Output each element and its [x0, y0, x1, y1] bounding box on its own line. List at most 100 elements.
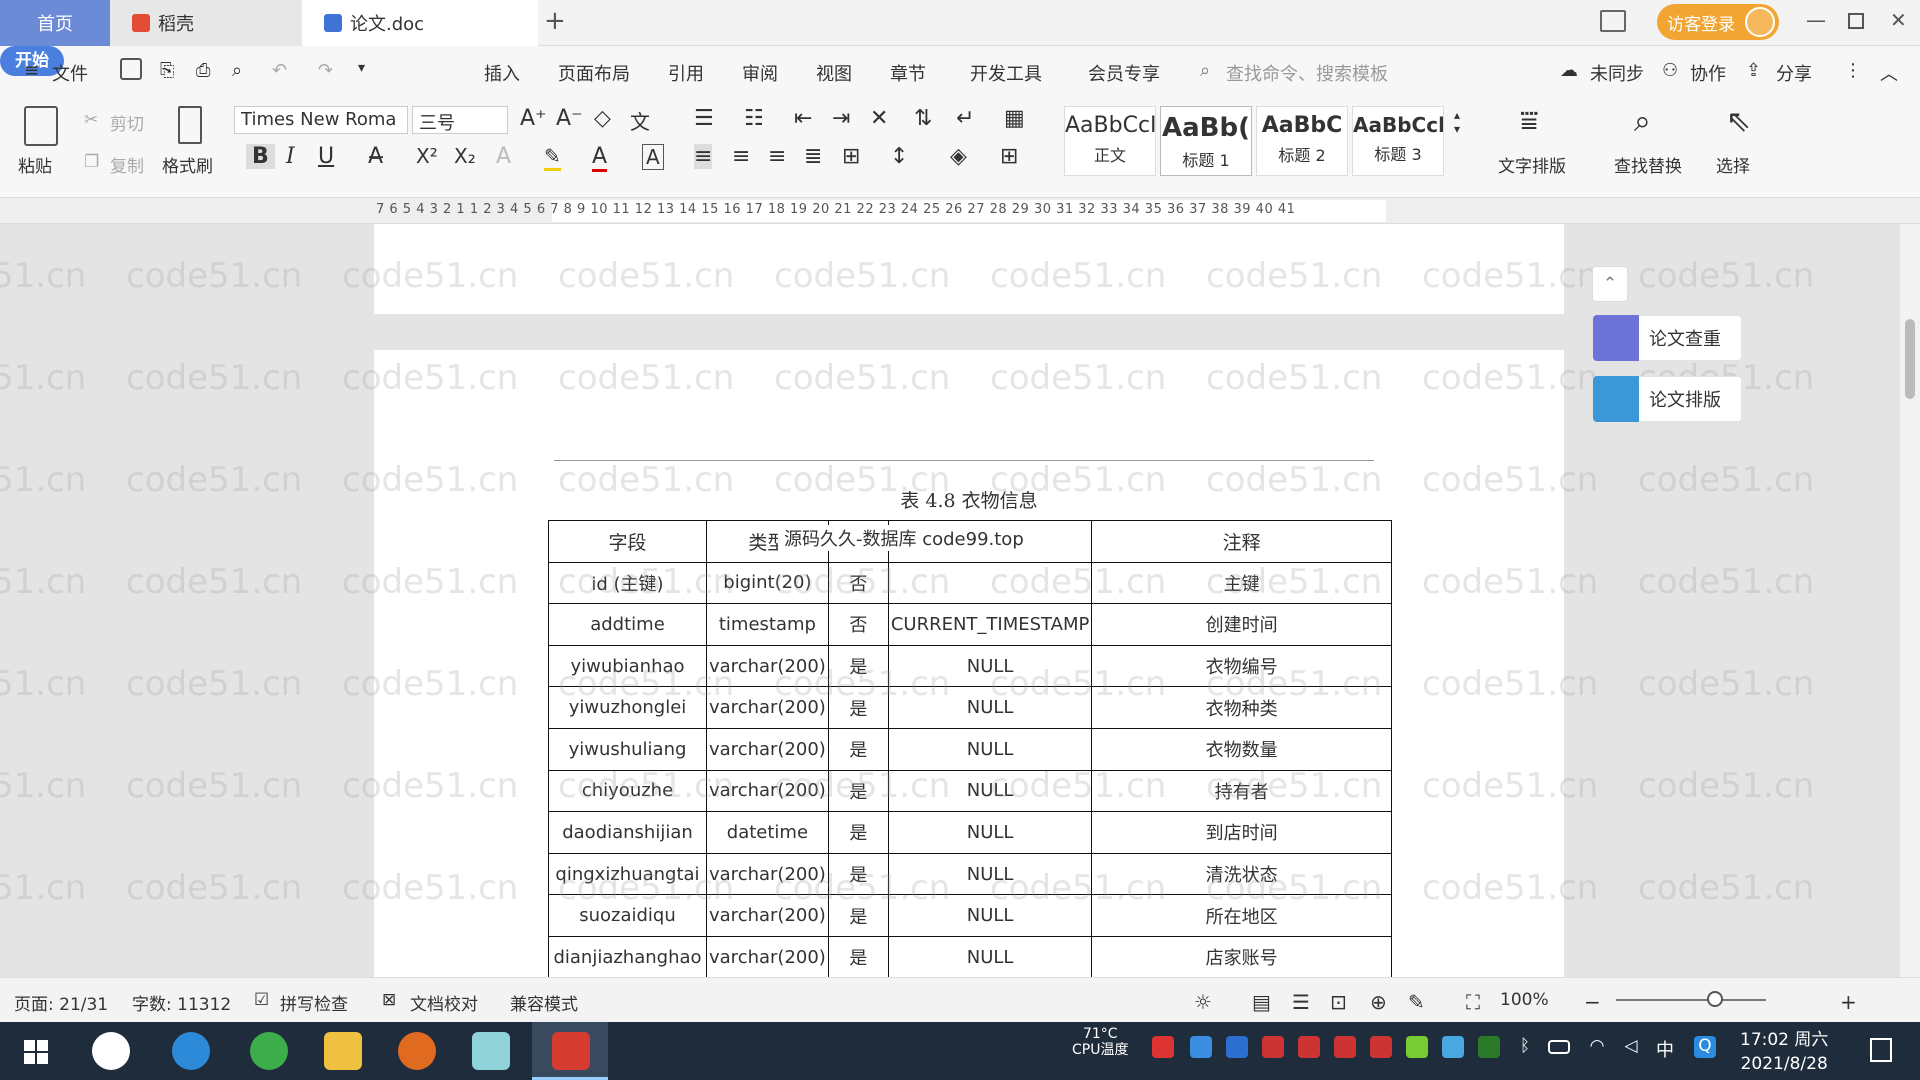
eye-protect-icon[interactable]: ☼: [1194, 990, 1212, 1014]
decrease-indent-icon[interactable]: ⇤: [794, 106, 812, 131]
pinwheel-app-icon[interactable]: [92, 1032, 130, 1070]
table-cell[interactable]: 到店时间: [1091, 811, 1392, 854]
vertical-scrollbar[interactable]: [1900, 224, 1920, 977]
table-tools-icon[interactable]: ▦: [1004, 106, 1025, 131]
borders-icon[interactable]: ⊞: [1000, 144, 1018, 169]
paper-layout-button[interactable]: 论文排版: [1592, 376, 1742, 422]
word-count[interactable]: 字数: 11312: [132, 990, 231, 1015]
table-cell[interactable]: timestamp: [706, 603, 829, 646]
zoom-slider[interactable]: [1616, 999, 1766, 1001]
print-icon[interactable]: ⎙: [196, 60, 210, 81]
increase-indent-icon[interactable]: ⇥: [832, 106, 850, 131]
tab-document[interactable]: 论文.doc: [302, 0, 538, 46]
bold-icon[interactable]: B: [246, 144, 275, 169]
zoom-in-icon[interactable]: +: [1840, 990, 1857, 1014]
page-view-icon[interactable]: ▤: [1252, 990, 1271, 1014]
table-cell[interactable]: 是: [827, 727, 889, 771]
table-cell[interactable]: daodianshijian: [548, 811, 707, 854]
more-icon[interactable]: ⋮: [1844, 60, 1862, 81]
battery-icon[interactable]: [1548, 1040, 1570, 1054]
paste-icon[interactable]: [24, 106, 58, 146]
shrink-font-icon[interactable]: A⁻: [556, 106, 583, 131]
tab-dev-tools[interactable]: 开发工具: [970, 60, 1042, 86]
wifi-icon[interactable]: ◠: [1586, 1036, 1608, 1058]
chinese-layout-icon[interactable]: ✕: [870, 106, 888, 131]
volume-icon[interactable]: ◁: [1620, 1036, 1642, 1058]
bullet-list-icon[interactable]: ☰: [694, 106, 714, 131]
plagiarism-check-button[interactable]: 论文查重: [1592, 315, 1742, 361]
table-cell[interactable]: varchar(200): [706, 935, 829, 977]
print-preview-icon[interactable]: ⌕: [232, 60, 242, 81]
restore-icon[interactable]: [1848, 13, 1864, 29]
shading-icon[interactable]: ◈: [950, 144, 967, 169]
header-cell[interactable]: 字段: [548, 520, 707, 563]
tab-view[interactable]: 视图: [816, 60, 852, 86]
style-normal[interactable]: AaBbCcI 正文: [1064, 106, 1156, 176]
tab-insert[interactable]: 插入: [484, 60, 520, 86]
save-icon[interactable]: [120, 58, 142, 80]
tray-app-icon[interactable]: [1152, 1036, 1174, 1058]
show-marks-icon[interactable]: ↵: [956, 106, 974, 131]
format-painter-button[interactable]: 格式刷: [162, 152, 213, 177]
export-icon[interactable]: ⎘: [160, 60, 174, 81]
web-view-icon[interactable]: ⊕: [1370, 990, 1387, 1014]
hamburger-icon[interactable]: ≡: [24, 60, 39, 81]
table-cell[interactable]: 否: [827, 603, 889, 646]
collapse-ribbon-icon[interactable]: ︿: [1880, 60, 1898, 86]
tab-home[interactable]: 首页: [0, 0, 110, 46]
close-icon[interactable]: ✕: [1890, 8, 1907, 32]
write-mode-icon[interactable]: ✎: [1408, 990, 1425, 1014]
style-heading-1[interactable]: AaBb( 标题 1: [1160, 106, 1252, 176]
tray-shield-icon[interactable]: [1226, 1036, 1248, 1058]
tray-app-icon[interactable]: [1370, 1036, 1392, 1058]
command-search-input[interactable]: 查找命令、搜索模板: [1226, 60, 1388, 86]
zoom-out-icon[interactable]: −: [1584, 990, 1601, 1014]
table-cell[interactable]: 是: [827, 811, 889, 854]
table-cell[interactable]: dianjiazhanghao: [548, 935, 707, 977]
table-cell[interactable]: varchar(200): [706, 727, 829, 771]
style-heading-3[interactable]: AaBbCcl 标题 3: [1352, 106, 1444, 176]
tray-app-icon[interactable]: [1298, 1036, 1320, 1058]
table-cell[interactable]: NULL: [887, 727, 1093, 771]
document-page-previous[interactable]: [374, 224, 1564, 314]
tray-sync-icon[interactable]: [1190, 1036, 1212, 1058]
table-cell[interactable]: 衣物数量: [1091, 727, 1392, 771]
new-tab-button[interactable]: +: [544, 6, 566, 36]
italic-icon[interactable]: I: [286, 144, 295, 169]
copy-button[interactable]: 复制: [110, 152, 144, 177]
file-explorer-icon[interactable]: [324, 1032, 362, 1070]
table-cell[interactable]: 店家账号: [1091, 935, 1392, 977]
menu-file[interactable]: 文件: [52, 60, 88, 86]
underline-icon[interactable]: U: [318, 144, 334, 169]
table-cell[interactable]: addtime: [548, 603, 707, 646]
zoom-slider-handle[interactable]: [1707, 991, 1723, 1007]
notebook-app-icon[interactable]: [472, 1032, 510, 1070]
tab-page-layout[interactable]: 页面布局: [558, 60, 630, 86]
quick-access-dropdown-icon[interactable]: ▾: [358, 60, 365, 76]
table-caption[interactable]: 表 4.8 衣物信息: [374, 486, 1564, 513]
page-indicator[interactable]: 页面: 21/31: [14, 990, 108, 1015]
360-browser-icon[interactable]: [250, 1032, 288, 1070]
minimize-icon[interactable]: —: [1806, 8, 1826, 32]
header-cell[interactable]: 注释: [1091, 520, 1392, 563]
tab-chapter[interactable]: 章节: [890, 60, 926, 86]
highlight-icon[interactable]: ✎: [544, 144, 561, 171]
align-left-icon[interactable]: ≡: [694, 144, 713, 169]
align-center-icon[interactable]: ≡: [732, 144, 750, 169]
numbered-list-icon[interactable]: ☷: [744, 106, 764, 131]
select-button[interactable]: 选择: [1716, 152, 1750, 177]
outline-view-icon[interactable]: ☰: [1292, 990, 1310, 1014]
table-cell[interactable]: NULL: [887, 811, 1093, 854]
tray-app-icon[interactable]: [1334, 1036, 1356, 1058]
text-effect-icon[interactable]: A: [496, 144, 511, 169]
windows-start-icon[interactable]: [24, 1040, 48, 1064]
visitor-login-button[interactable]: 访客登录: [1657, 4, 1779, 40]
table-cell[interactable]: 是: [827, 935, 889, 977]
phonetic-guide-icon[interactable]: 文: [630, 106, 650, 135]
ime-app-icon[interactable]: Q: [1694, 1036, 1716, 1058]
reading-view-icon[interactable]: ⊡: [1330, 990, 1347, 1014]
tab-vip[interactable]: 会员专享: [1088, 60, 1160, 86]
clear-format-icon[interactable]: ◇: [594, 106, 611, 131]
table-cell[interactable]: yiwushuliang: [548, 727, 707, 771]
media-app-icon[interactable]: [398, 1032, 436, 1070]
